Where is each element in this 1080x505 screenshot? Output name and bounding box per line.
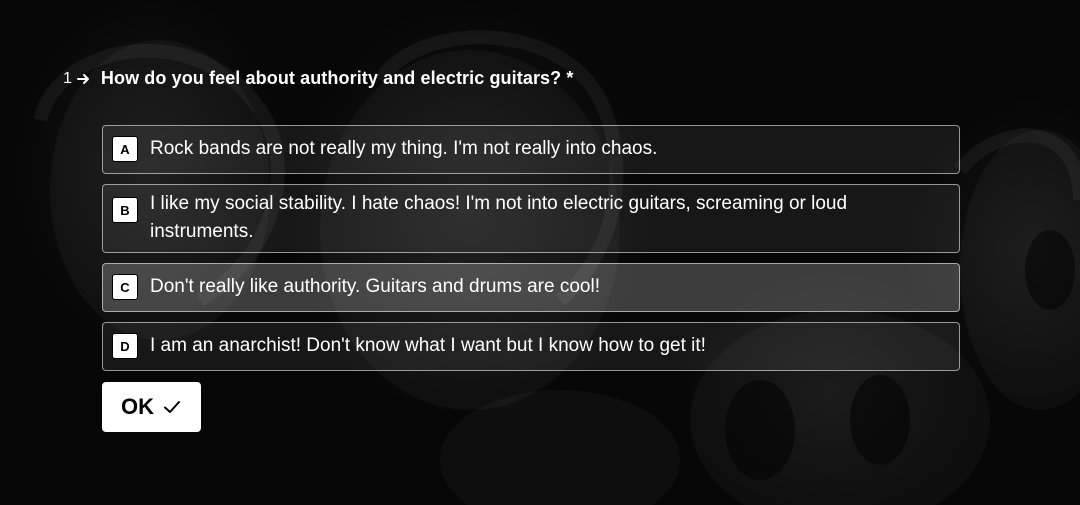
form-page: 1 How do you feel about authority and el… (0, 0, 1080, 505)
choice-label: I like my social stability. I hate chaos… (150, 193, 848, 242)
choice-list: A Rock bands are not really my thing. I'… (102, 125, 960, 371)
arrow-right-icon (76, 73, 89, 84)
choice-key-badge: A (112, 136, 138, 162)
question-header: 1 How do you feel about authority and el… (63, 68, 573, 89)
choice-key-badge: B (112, 197, 138, 223)
choice-b[interactable]: B I like my social stability. I hate cha… (102, 184, 960, 253)
ok-button[interactable]: OK (102, 382, 201, 432)
question-number: 1 (63, 69, 72, 87)
choice-d[interactable]: D I am an anarchist! Don't know what I w… (102, 322, 960, 371)
choice-label: I am an anarchist! Don't know what I wan… (150, 335, 706, 356)
question-text: How do you feel about authority and elec… (100, 68, 574, 88)
choice-key-badge: D (112, 333, 138, 359)
choice-a[interactable]: A Rock bands are not really my thing. I'… (102, 125, 960, 174)
check-icon (164, 401, 180, 413)
choice-label: Rock bands are not really my thing. I'm … (150, 138, 658, 159)
ok-button-label: OK (121, 394, 154, 419)
choice-c[interactable]: C Don't really like authority. Guitars a… (102, 263, 960, 312)
choice-key-badge: C (112, 274, 138, 300)
choice-label: Don't really like authority. Guitars and… (150, 276, 600, 297)
